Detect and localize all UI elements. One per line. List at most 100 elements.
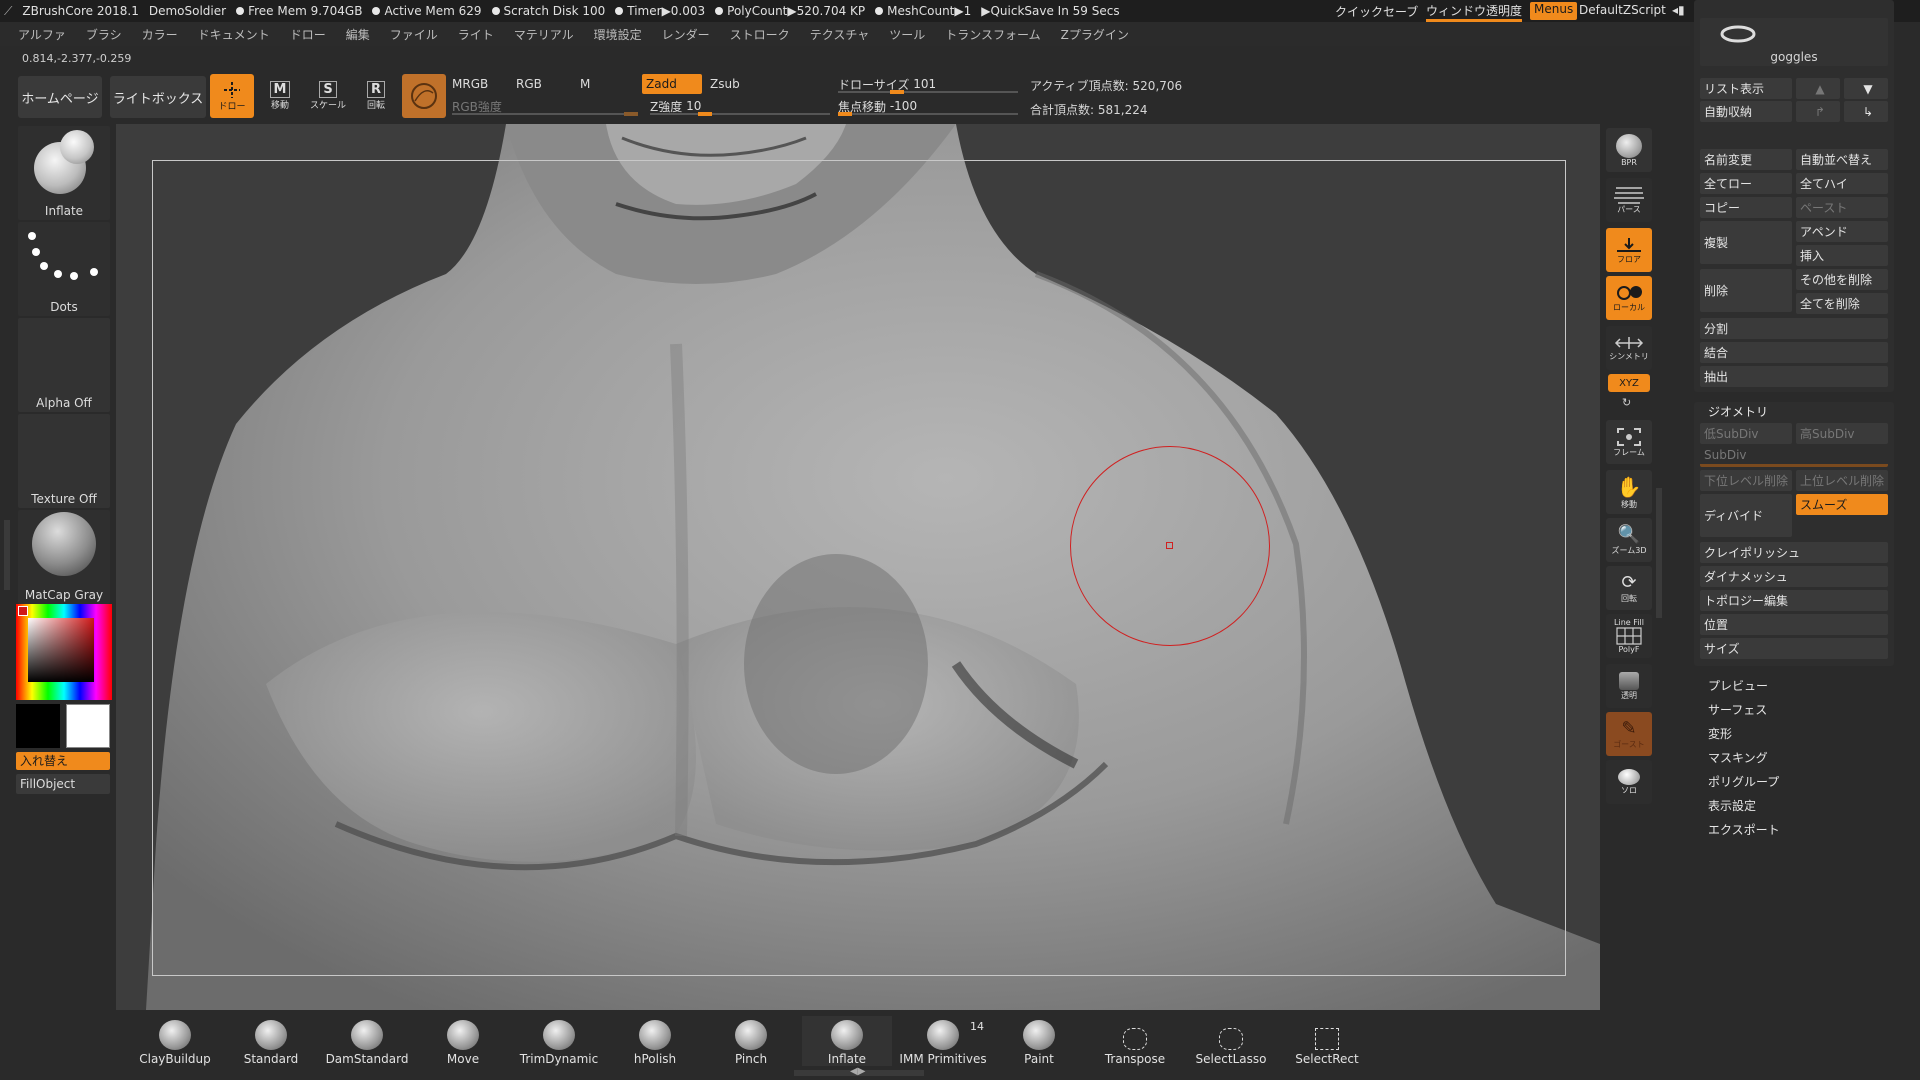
brush-button[interactable]: IMM Primitives 14: [898, 1016, 988, 1066]
chevron-up-down-icon[interactable]: ◀▶: [850, 1066, 865, 1077]
rgb-intensity-slider[interactable]: RGB強度: [452, 96, 638, 116]
size-section[interactable]: サイズ: [1700, 638, 1888, 659]
list-all-button[interactable]: リスト表示: [1700, 78, 1792, 99]
rotate-view-button[interactable]: ⟳ 回転: [1606, 566, 1652, 610]
geometry-title[interactable]: ジオメトリ: [1708, 403, 1768, 420]
menu-item[interactable]: Zプラグイン: [1061, 26, 1129, 43]
color-picker-square[interactable]: [28, 618, 94, 682]
material-sphere-button[interactable]: [402, 74, 446, 118]
bpr-render-button[interactable]: BPR: [1606, 128, 1652, 172]
menu-item[interactable]: ライト: [458, 26, 494, 43]
fill-object-button[interactable]: FillObject: [16, 774, 110, 794]
color-picker[interactable]: [16, 604, 112, 700]
zadd-button[interactable]: Zadd: [642, 74, 702, 94]
split-button[interactable]: 分割: [1700, 318, 1888, 339]
subdiv-slider[interactable]: SubDiv: [1700, 446, 1888, 467]
subpalette-header[interactable]: サーフェス: [1708, 698, 1780, 722]
duplicate-button[interactable]: 複製: [1700, 221, 1792, 264]
brush-button[interactable]: Move: [418, 1016, 508, 1066]
transparency-button[interactable]: 透明: [1606, 664, 1652, 708]
brush-button[interactable]: Standard: [226, 1016, 316, 1066]
toggle-left-icon[interactable]: ◂▮: [1672, 3, 1685, 18]
rename-button[interactable]: 名前変更: [1700, 149, 1792, 170]
subpalette-header[interactable]: エクスポート: [1708, 818, 1780, 842]
smooth-toggle[interactable]: スムーズ: [1796, 494, 1888, 515]
frame-button[interactable]: フレーム: [1606, 420, 1652, 464]
delete-other-button[interactable]: その他を削除: [1796, 269, 1888, 290]
xyz-axis-button[interactable]: XYZ: [1608, 374, 1650, 392]
menu-item[interactable]: トランスフォーム: [945, 26, 1040, 43]
position-section[interactable]: 位置: [1700, 614, 1888, 635]
edit-topology-section[interactable]: トポロジー編集: [1700, 590, 1888, 611]
auto-reorder-button[interactable]: 自動並べ替え: [1796, 149, 1888, 170]
draw-mode-button[interactable]: ドロー: [210, 74, 254, 118]
z-intensity-slider[interactable]: Z強度 10: [650, 96, 830, 116]
ghost-button[interactable]: ✎ ゴースト: [1606, 712, 1652, 756]
all-high-button[interactable]: 全てハイ: [1796, 173, 1888, 194]
brush-button[interactable]: SelectRect: [1282, 1016, 1372, 1066]
brush-selector[interactable]: Inflate: [18, 126, 110, 220]
scale-mode-button[interactable]: S スケール: [306, 74, 350, 118]
higher-subdiv-button[interactable]: 高SubDiv: [1796, 423, 1888, 444]
menu-item[interactable]: ストローク: [730, 26, 790, 43]
menu-item[interactable]: ブラシ: [86, 26, 122, 43]
material-selector[interactable]: MatCap Gray: [18, 510, 110, 604]
secondary-color-swatch[interactable]: [66, 704, 110, 748]
brush-button[interactable]: ClayBuildup: [130, 1016, 220, 1066]
move-down-arrow-icon[interactable]: ▼: [1844, 78, 1888, 99]
rgb-button[interactable]: RGB: [516, 74, 576, 94]
brush-button[interactable]: TrimDynamic: [514, 1016, 604, 1066]
menu-item[interactable]: ファイル: [390, 26, 438, 43]
stroke-selector[interactable]: Dots: [18, 222, 110, 316]
brush-button[interactable]: Paint: [994, 1016, 1084, 1066]
arrow-down-right-icon[interactable]: ↳: [1844, 101, 1888, 122]
solo-button[interactable]: ソロ: [1606, 760, 1652, 804]
symmetry-button[interactable]: シンメトリ: [1606, 326, 1652, 370]
swap-colors-button[interactable]: 入れ替え: [16, 752, 110, 770]
menu-item[interactable]: カラー: [142, 26, 178, 43]
alpha-selector[interactable]: Alpha Off: [18, 318, 110, 412]
auto-collapse-button[interactable]: 自動収納: [1700, 101, 1792, 122]
default-zscript-button[interactable]: DefaultZScript: [1579, 3, 1666, 17]
move-mode-button[interactable]: M 移動: [258, 74, 302, 118]
rotate-mode-button[interactable]: R 回転: [354, 74, 398, 118]
copy-button[interactable]: コピー: [1700, 197, 1792, 218]
append-button[interactable]: アペンド: [1796, 221, 1888, 242]
menu-item[interactable]: 編集: [346, 26, 370, 43]
delete-lower-button[interactable]: 下位レベル削除: [1700, 470, 1792, 491]
subpalette-header[interactable]: マスキング: [1708, 746, 1780, 770]
homepage-button[interactable]: ホームページ: [18, 76, 102, 118]
move-view-button[interactable]: ✋ 移動: [1606, 470, 1652, 514]
insert-button[interactable]: 挿入: [1796, 245, 1888, 266]
primary-color-swatch[interactable]: [16, 704, 60, 748]
subtool-item-goggles[interactable]: goggles: [1700, 18, 1888, 66]
m-button[interactable]: M: [580, 74, 638, 94]
paste-button[interactable]: ペースト: [1796, 197, 1888, 218]
rotate-axis-icon[interactable]: ↻: [1622, 396, 1631, 409]
menu-item[interactable]: ドキュメント: [198, 26, 270, 43]
lightbox-button[interactable]: ライトボックス: [110, 76, 206, 118]
right-tray-handle[interactable]: [1656, 488, 1662, 618]
delete-all-button[interactable]: 全てを削除: [1796, 293, 1888, 314]
menu-item[interactable]: ツール: [889, 26, 925, 43]
subpalette-header[interactable]: プレビュー: [1708, 674, 1780, 698]
brush-button[interactable]: DamStandard: [322, 1016, 412, 1066]
subpalette-header[interactable]: 変形: [1708, 722, 1780, 746]
lower-subdiv-button[interactable]: 低SubDiv: [1700, 423, 1792, 444]
merge-button[interactable]: 結合: [1700, 342, 1888, 363]
extract-button[interactable]: 抽出: [1700, 366, 1888, 387]
focal-shift-slider[interactable]: 焦点移動 -100: [838, 96, 1018, 116]
local-button[interactable]: ローカル: [1606, 276, 1652, 320]
quick-save-button[interactable]: クイックセーブ: [1335, 3, 1418, 20]
dynamesh-section[interactable]: ダイナメッシュ: [1700, 566, 1888, 587]
brush-button[interactable]: Pinch: [706, 1016, 796, 1066]
brush-button[interactable]: Transpose: [1090, 1016, 1180, 1066]
brush-button[interactable]: Inflate: [802, 1016, 892, 1066]
menu-item[interactable]: 環境設定: [594, 26, 642, 43]
zsub-button[interactable]: Zsub: [706, 74, 766, 94]
menu-item[interactable]: ドロー: [290, 26, 326, 43]
subpalette-header[interactable]: ポリグループ: [1708, 770, 1780, 794]
texture-selector[interactable]: Texture Off: [18, 414, 110, 508]
all-low-button[interactable]: 全てロー: [1700, 173, 1792, 194]
delete-button[interactable]: 削除: [1700, 269, 1792, 312]
